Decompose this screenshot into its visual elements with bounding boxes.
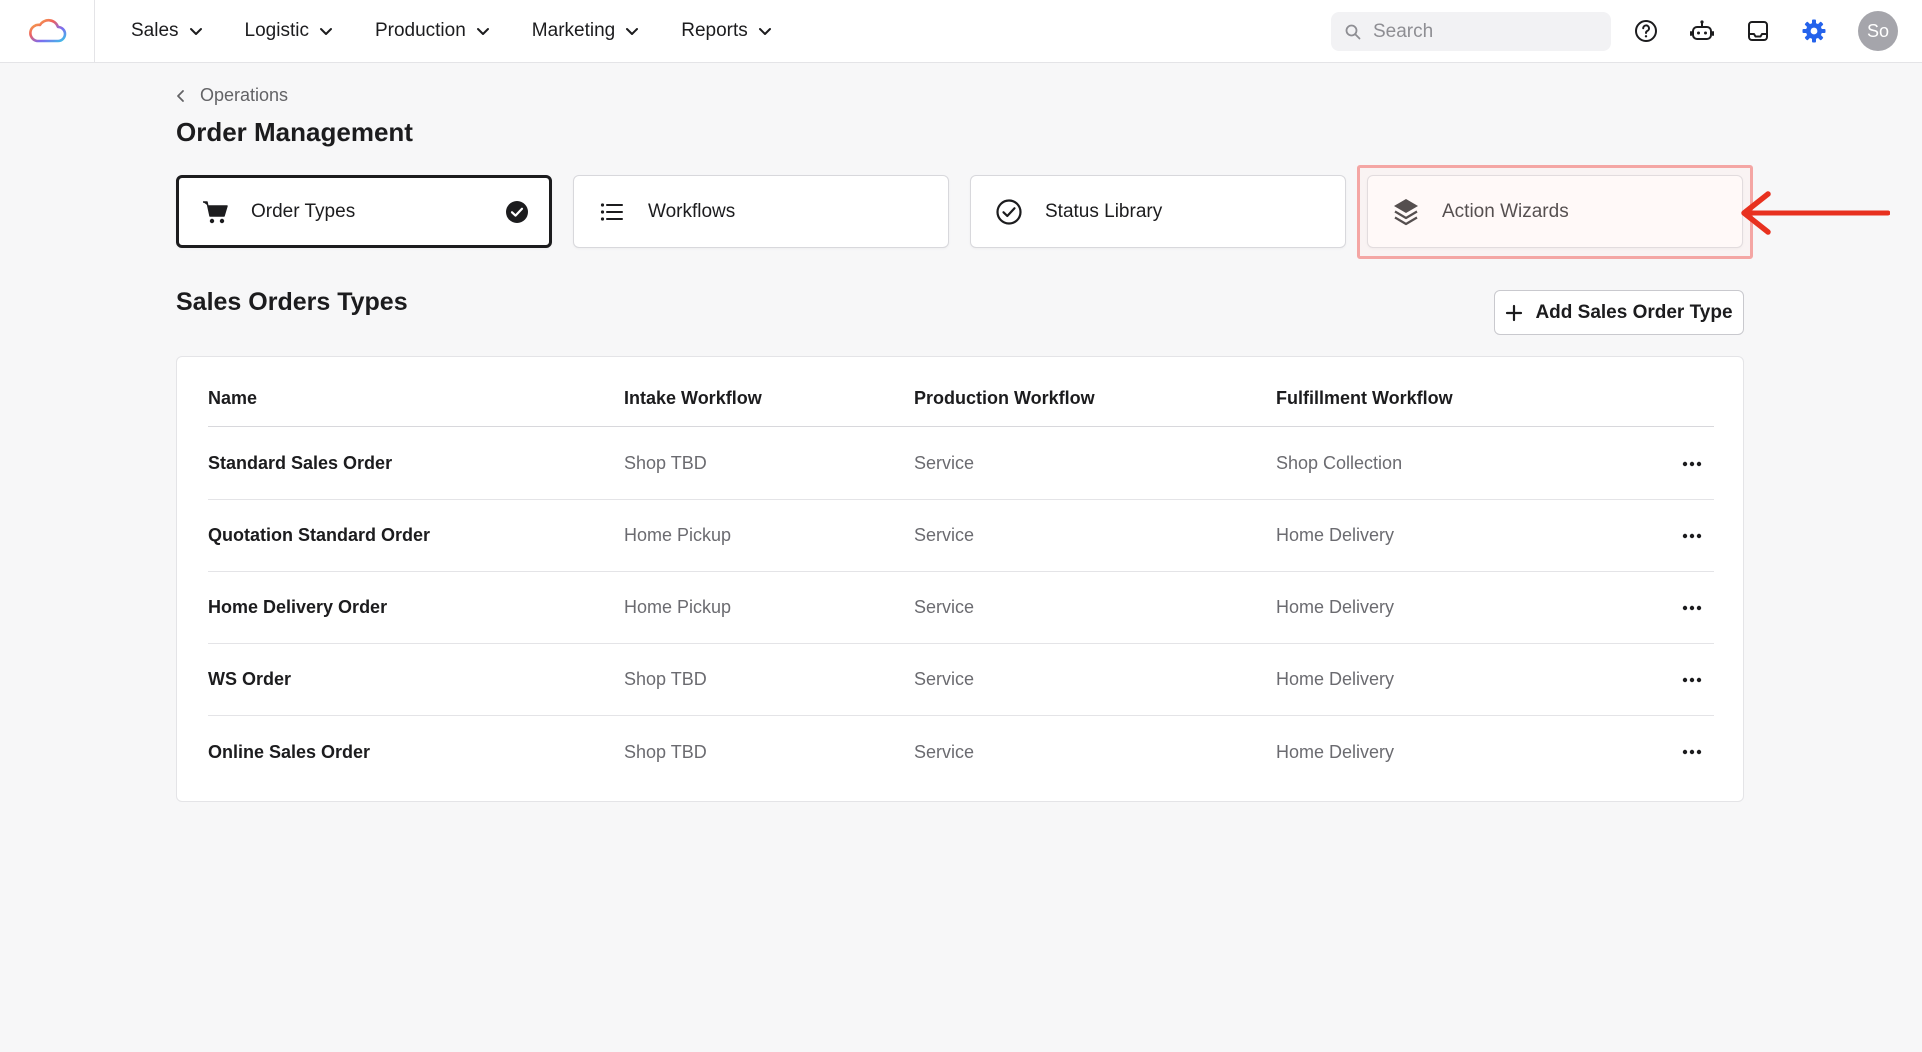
cell-production: Service — [914, 525, 975, 545]
nav-item-label: Marketing — [531, 20, 616, 41]
cell-intake: Shop TBD — [624, 741, 707, 762]
help-button[interactable] — [1630, 15, 1662, 47]
cell-name: WS Order — [208, 669, 292, 689]
nav-item-sales[interactable]: Sales — [131, 20, 203, 42]
tab-label: Workflows — [648, 200, 736, 222]
cart-icon — [199, 196, 231, 228]
nav-item-label: Logistic — [244, 20, 309, 41]
more-horizontal-icon — [1682, 749, 1702, 755]
nav-item-label: Production — [374, 20, 466, 41]
settings-button[interactable] — [1798, 15, 1830, 47]
column-header-fulfillment: Fulfillment Workflow — [1276, 388, 1453, 408]
cell-fulfillment: Home Delivery — [1276, 669, 1395, 689]
add-button-label: Add Sales Order Type — [1535, 301, 1733, 323]
layers-icon — [1390, 196, 1422, 228]
avatar-initials: So — [1866, 20, 1890, 41]
app-logo[interactable] — [0, 0, 95, 62]
inbox-button[interactable] — [1742, 15, 1774, 47]
cell-production: Service — [914, 741, 975, 762]
cell-fulfillment: Home Delivery — [1276, 525, 1395, 545]
nav-item-label: Sales — [131, 20, 179, 41]
nav-item-production[interactable]: Production — [375, 20, 490, 42]
cell-production: Service — [914, 669, 975, 689]
cell-intake: Home Pickup — [624, 525, 732, 545]
column-header-intake: Intake Workflow — [624, 388, 762, 408]
breadcrumb-label: Operations — [200, 85, 289, 105]
more-horizontal-icon — [1682, 461, 1702, 467]
main-nav: Sales Logistic Production Marketing Repo… — [131, 0, 814, 62]
tab-action-wizards[interactable]: Action Wizards — [1367, 175, 1743, 248]
inbox-icon — [1748, 21, 1768, 41]
cell-production: Service — [914, 453, 975, 473]
column-header-name: Name — [208, 388, 258, 408]
table-header: Name Intake Workflow Production Workflow… — [208, 371, 1714, 427]
cell-name: Quotation Standard Order — [208, 525, 431, 545]
nav-item-label: Reports — [681, 20, 748, 41]
tab-status-library[interactable]: Status Library — [970, 175, 1346, 248]
more-options-button[interactable] — [1678, 594, 1706, 622]
more-options-button[interactable] — [1678, 666, 1706, 694]
nav-item-marketing[interactable]: Marketing — [532, 20, 639, 42]
cell-production: Service — [914, 597, 975, 617]
nav-item-reports[interactable]: Reports — [681, 20, 772, 42]
red-arrow-annotation — [1741, 191, 1890, 235]
chevron-down-icon — [758, 28, 771, 35]
robot-icon — [1690, 20, 1714, 40]
table-row[interactable]: Quotation Standard Order Home Pickup Ser… — [208, 500, 1714, 572]
chevron-down-icon — [319, 28, 332, 35]
add-sales-order-type-button[interactable]: Add Sales Order Type — [1494, 290, 1744, 335]
more-horizontal-icon — [1682, 677, 1702, 683]
search-input[interactable] — [1373, 20, 1593, 43]
section-title: Sales Orders Types — [176, 288, 408, 316]
cell-fulfillment: Home Delivery — [1276, 597, 1395, 617]
check-circle-icon — [993, 196, 1025, 228]
cell-name: Standard Sales Order — [208, 453, 393, 473]
tab-order-types[interactable]: Order Types — [176, 175, 552, 248]
cell-fulfillment: Home Delivery — [1276, 741, 1395, 762]
assistant-bot-button[interactable] — [1686, 15, 1718, 47]
page-title: Order Management — [176, 117, 413, 147]
tab-label: Order Types — [251, 200, 356, 222]
more-options-button[interactable] — [1678, 522, 1706, 550]
top-navigation-bar: Sales Logistic Production Marketing Repo… — [0, 0, 1922, 63]
tab-label: Action Wizards — [1442, 200, 1569, 222]
more-horizontal-icon — [1682, 533, 1702, 539]
cell-name: Home Delivery Order — [208, 597, 388, 617]
tab-label: Status Library — [1045, 200, 1163, 222]
cell-fulfillment: Shop Collection — [1276, 453, 1403, 473]
nav-item-logistic[interactable]: Logistic — [245, 20, 333, 42]
cell-intake: Shop TBD — [624, 453, 707, 473]
cell-name: Online Sales Order — [208, 741, 371, 762]
more-options-button[interactable] — [1678, 738, 1706, 766]
table-row[interactable]: Standard Sales Order Shop TBD Service Sh… — [208, 428, 1714, 500]
user-avatar[interactable]: So — [1858, 11, 1898, 51]
search-icon — [1345, 24, 1361, 39]
list-icon — [596, 196, 628, 228]
chevron-down-icon — [189, 28, 202, 35]
chevron-left-icon — [177, 89, 184, 102]
cell-intake: Shop TBD — [624, 669, 707, 689]
sales-order-types-table: Name Intake Workflow Production Workflow… — [176, 356, 1744, 802]
checkmark-icon — [505, 200, 529, 229]
cloud-logo-icon — [29, 18, 67, 43]
plus-icon — [1506, 304, 1523, 321]
more-horizontal-icon — [1682, 605, 1702, 611]
table-row[interactable]: WS Order Shop TBD Service Home Delivery — [208, 644, 1714, 716]
more-options-button[interactable] — [1678, 450, 1706, 478]
cell-intake: Home Pickup — [624, 597, 732, 617]
chevron-down-icon — [626, 28, 639, 35]
table-row[interactable]: Online Sales Order Shop TBD Service Home… — [208, 716, 1714, 788]
breadcrumb[interactable]: Operations — [176, 85, 288, 106]
help-icon — [1635, 20, 1657, 42]
table-row[interactable]: Home Delivery Order Home Pickup Service … — [208, 572, 1714, 644]
column-header-production: Production Workflow — [914, 388, 1095, 408]
tab-workflows[interactable]: Workflows — [573, 175, 949, 248]
chevron-down-icon — [476, 28, 489, 35]
search-bar — [1331, 12, 1611, 51]
gear-icon — [1802, 19, 1826, 43]
